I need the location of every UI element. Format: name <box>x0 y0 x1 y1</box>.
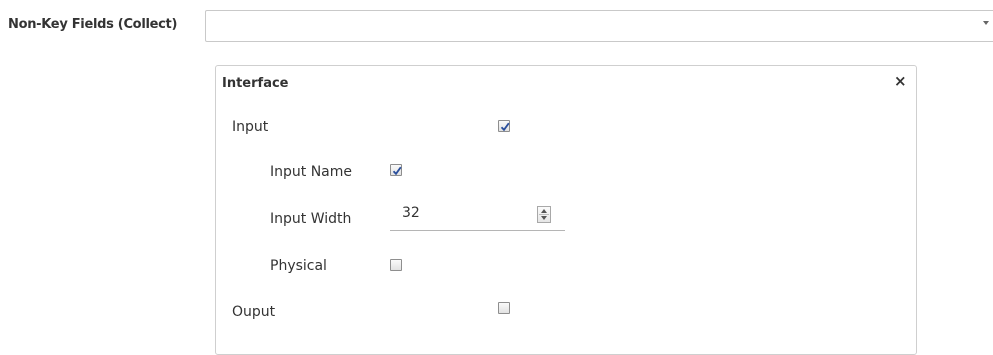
checkmark-icon <box>392 166 402 176</box>
chevron-down-icon[interactable] <box>983 21 989 25</box>
spinner-divider <box>539 214 549 215</box>
input-width-label: Input Width <box>270 211 352 227</box>
input-width-value[interactable]: 32 <box>402 205 420 221</box>
interface-panel <box>215 65 917 355</box>
input-name-checkbox[interactable] <box>390 164 402 176</box>
non-key-fields-label: Non-Key Fields (Collect) <box>8 17 178 32</box>
input-name-label: Input Name <box>270 164 353 180</box>
physical-label: Physical <box>270 258 327 274</box>
output-label: Ouput <box>232 304 276 320</box>
panel-title: Interface <box>222 76 289 91</box>
physical-checkbox[interactable] <box>390 259 402 271</box>
non-key-fields-select[interactable] <box>205 10 993 42</box>
spin-up-icon[interactable] <box>541 209 547 213</box>
spin-down-icon[interactable] <box>541 216 547 220</box>
close-icon[interactable]: × <box>894 72 907 90</box>
output-checkbox[interactable] <box>498 302 510 314</box>
up-down-spinner-icon[interactable] <box>537 206 551 223</box>
input-checkbox[interactable] <box>498 120 510 132</box>
input-label: Input <box>232 119 269 135</box>
checkmark-icon <box>500 122 510 132</box>
